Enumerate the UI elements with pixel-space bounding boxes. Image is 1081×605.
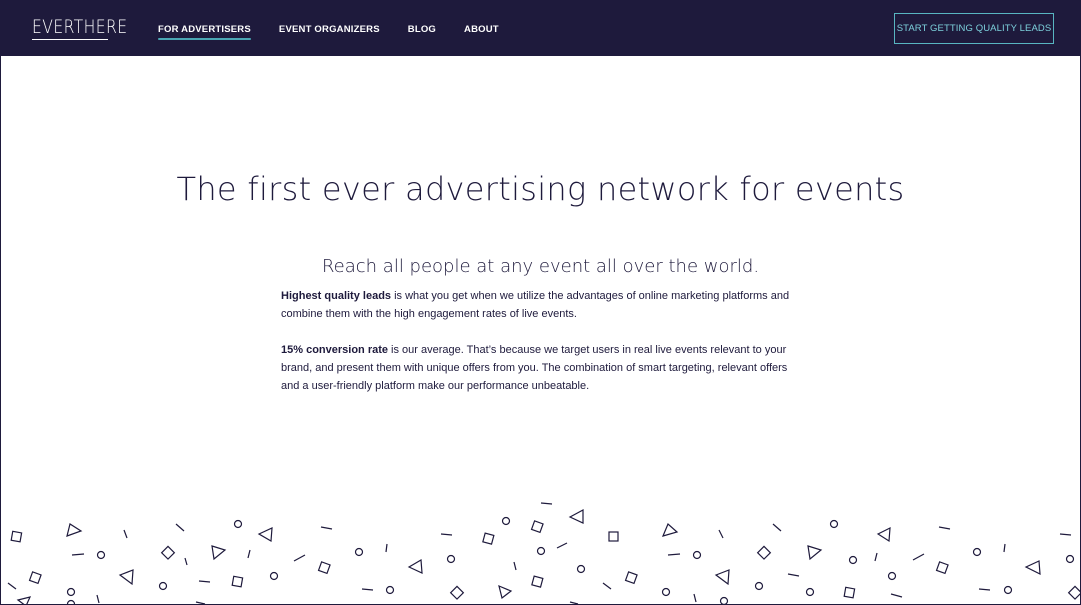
- hero-subtitle: Reach all people at any event all over t…: [321, 256, 760, 277]
- nav-about[interactable]: ABOUT: [464, 24, 499, 35]
- nav-blog[interactable]: BLOG: [408, 24, 436, 35]
- everthere-logo[interactable]: EVERTHERE: [32, 16, 127, 38]
- paragraph-conversion-rate: 15% conversion rate is our average. That…: [281, 341, 801, 395]
- start-getting-quality-leads-button[interactable]: START GETTING QUALITY LEADS: [894, 13, 1054, 44]
- nav-event-organizers[interactable]: EVENT ORGANIZERS: [279, 24, 380, 35]
- paragraph-conversion-rate-bold: 15% conversion rate: [281, 344, 388, 356]
- main-nav: FOR ADVERTISERS EVENT ORGANIZERS BLOG AB…: [158, 24, 499, 40]
- hero-title: The first ever advertising network for e…: [176, 170, 905, 208]
- paragraph-quality-leads-bold: Highest quality leads: [281, 290, 392, 302]
- decorative-confetti-pattern: [7, 502, 1081, 605]
- nav-for-advertisers[interactable]: FOR ADVERTISERS: [158, 24, 251, 40]
- top-navbar: EVERTHERE FOR ADVERTISERS EVENT ORGANIZE…: [0, 0, 1081, 56]
- logo-underline: [32, 39, 108, 40]
- hero-body-copy: Highest quality leads is what you get wh…: [281, 287, 801, 413]
- paragraph-quality-leads: Highest quality leads is what you get wh…: [281, 287, 801, 323]
